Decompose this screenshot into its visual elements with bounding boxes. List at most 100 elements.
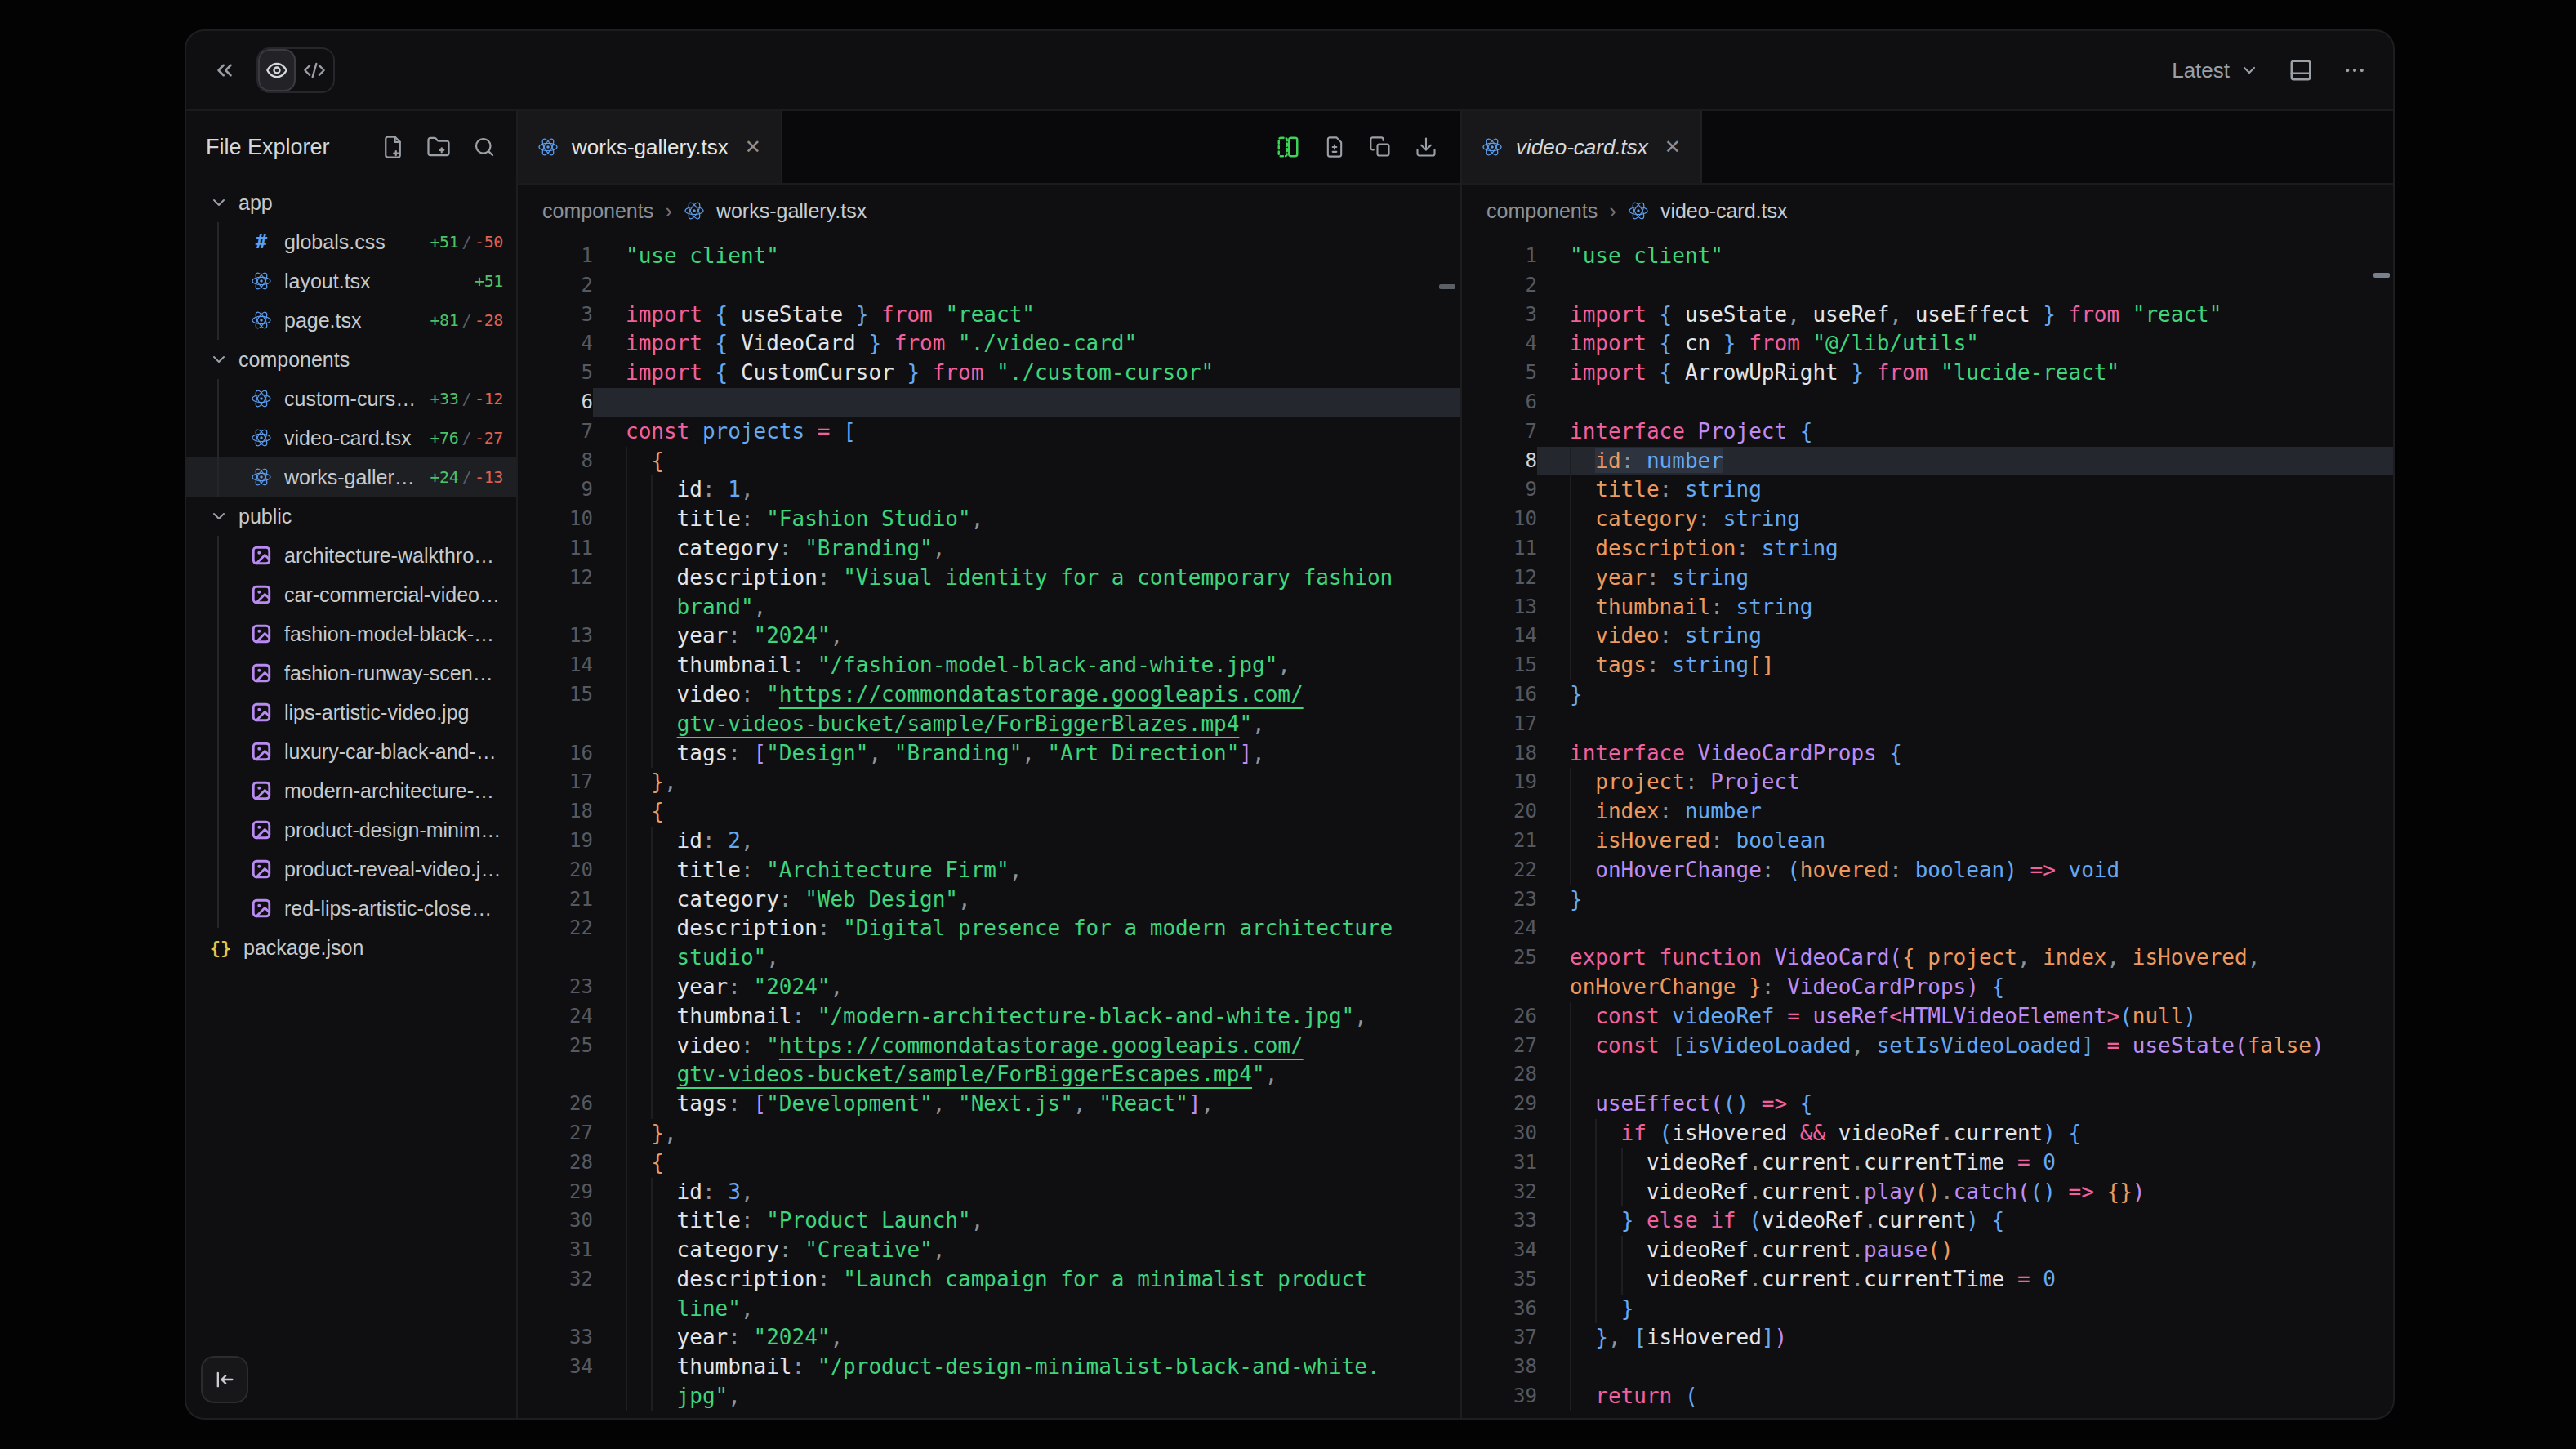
code-line[interactable]: onHoverChange }: VideoCardProps) { xyxy=(1462,973,2393,1002)
tree-file-custom-curs[interactable]: custom-curs…+33/-12 xyxy=(186,379,516,418)
code-line[interactable]: 21 isHovered: boolean xyxy=(1462,827,2393,856)
code-line[interactable]: 12 description: "Visual identity for a c… xyxy=(518,564,1460,593)
code-line[interactable]: 8 { xyxy=(518,447,1460,476)
code-line[interactable]: 32 description: "Launch campaign for a m… xyxy=(518,1265,1460,1295)
code-line[interactable]: 13 year: "2024", xyxy=(518,622,1460,651)
code-line[interactable]: studio", xyxy=(518,943,1460,973)
code-line[interactable]: 33 } else if (videoRef.current) { xyxy=(1462,1206,2393,1236)
file-diff-icon[interactable] xyxy=(1323,136,1346,158)
tree-file-red-lips-artistic-close[interactable]: red-lips-artistic-close… xyxy=(186,889,516,928)
tree-folder-app[interactable]: app xyxy=(186,183,516,222)
code-line[interactable]: 30 title: "Product Launch", xyxy=(518,1206,1460,1236)
tree-file-page.tsx[interactable]: page.tsx+81/-28 xyxy=(186,301,516,340)
code-line[interactable]: 28 { xyxy=(518,1148,1460,1178)
tree-file-car-commercial-video[interactable]: car-commercial-video… xyxy=(186,575,516,614)
code-line[interactable]: 6 xyxy=(1462,388,2393,417)
code-line[interactable]: 26 const videoRef = useRef<HTMLVideoElem… xyxy=(1462,1002,2393,1032)
code-line[interactable]: 6 xyxy=(518,388,1460,417)
code-line[interactable]: 25 video: "https://commondatastorage.goo… xyxy=(518,1032,1460,1061)
code-line[interactable]: 22 description: "Digital presence for a … xyxy=(518,914,1460,943)
tree-file-lips-artistic-video.jpg[interactable]: lips-artistic-video.jpg xyxy=(186,693,516,732)
code-line[interactable]: 3import { useState } from "react" xyxy=(518,301,1460,330)
code-line[interactable]: 4import { VideoCard } from "./video-card… xyxy=(518,329,1460,359)
breadcrumb-file[interactable]: works-gallery.tsx xyxy=(716,199,867,223)
new-folder-icon[interactable] xyxy=(426,135,451,159)
code-line[interactable]: 21 category: "Web Design", xyxy=(518,885,1460,915)
code-editor-works-gallery[interactable]: 1"use client"23import { useState } from … xyxy=(518,237,1460,1420)
code-line[interactable]: 33 year: "2024", xyxy=(518,1323,1460,1353)
code-line[interactable]: 35 videoRef.current.currentTime = 0 xyxy=(1462,1265,2393,1295)
breadcrumb-folder[interactable]: components xyxy=(542,199,653,223)
code-line[interactable]: 10 title: "Fashion Studio", xyxy=(518,505,1460,534)
code-line[interactable]: 2 xyxy=(518,271,1460,301)
code-line[interactable]: 2 xyxy=(1462,271,2393,301)
code-line[interactable]: 9 id: 1, xyxy=(518,475,1460,505)
code-line[interactable]: jpg", xyxy=(518,1382,1460,1411)
tree-file-globals.css[interactable]: #globals.css+51/-50 xyxy=(186,222,516,261)
split-diff-icon[interactable] xyxy=(1276,135,1300,159)
code-line[interactable]: 38 xyxy=(1462,1353,2393,1382)
collapse-sidebar-button[interactable] xyxy=(201,1356,248,1403)
code-line[interactable]: 27 const [isVideoLoaded, setIsVideoLoade… xyxy=(1462,1032,2393,1061)
code-line[interactable]: 23} xyxy=(1462,885,2393,915)
new-file-icon[interactable] xyxy=(381,135,405,159)
tree-file-product-reveal-video.j[interactable]: product-reveal-video.j… xyxy=(186,849,516,889)
tree-file-package.json[interactable]: {}package.json xyxy=(186,928,516,967)
code-line[interactable]: 10 category: string xyxy=(1462,505,2393,534)
code-line[interactable]: 5import { ArrowUpRight } from "lucide-re… xyxy=(1462,359,2393,388)
code-line[interactable]: 24 xyxy=(1462,914,2393,943)
tree-folder-public[interactable]: public xyxy=(186,497,516,536)
code-line[interactable]: 18 { xyxy=(518,797,1460,827)
code-line[interactable]: 4import { cn } from "@/lib/utils" xyxy=(1462,329,2393,359)
panel-bottom-icon[interactable] xyxy=(2289,58,2313,82)
code-line[interactable]: 27 }, xyxy=(518,1119,1460,1148)
code-line[interactable]: 31 videoRef.current.currentTime = 0 xyxy=(1462,1148,2393,1178)
code-editor-video-card[interactable]: 1"use client"23import { useState, useRef… xyxy=(1462,237,2393,1420)
code-line[interactable]: 28 xyxy=(1462,1060,2393,1090)
tab-video-card[interactable]: video-card.tsx ✕ xyxy=(1462,111,1702,183)
code-line[interactable]: 1"use client" xyxy=(1462,242,2393,271)
code-line[interactable]: 7interface Project { xyxy=(1462,417,2393,447)
code-line[interactable]: brand", xyxy=(518,593,1460,622)
code-line[interactable]: 12 year: string xyxy=(1462,564,2393,593)
code-line[interactable]: 25export function VideoCard({ project, i… xyxy=(1462,943,2393,973)
tree-file-fashion-model-black-[interactable]: fashion-model-black-… xyxy=(186,614,516,653)
code-line[interactable]: 11 category: "Branding", xyxy=(518,534,1460,564)
code-line[interactable]: 1"use client" xyxy=(518,242,1460,271)
version-selector[interactable]: Latest xyxy=(2172,58,2259,83)
code-line[interactable]: 29 id: 3, xyxy=(518,1178,1460,1207)
code-line[interactable]: 14 video: string xyxy=(1462,622,2393,651)
code-line[interactable]: 19 project: Project xyxy=(1462,768,2393,797)
code-line[interactable]: 15 tags: string[] xyxy=(1462,651,2393,680)
code-line[interactable]: 22 onHoverChange: (hovered: boolean) => … xyxy=(1462,856,2393,885)
code-line[interactable]: 15 video: "https://commondatastorage.goo… xyxy=(518,680,1460,710)
code-line[interactable]: 31 category: "Creative", xyxy=(518,1236,1460,1265)
tree-file-product-design-minim[interactable]: product-design-minim… xyxy=(186,810,516,849)
code-line[interactable]: gtv-videos-bucket/sample/ForBiggerEscape… xyxy=(518,1060,1460,1090)
code-line[interactable]: 13 thumbnail: string xyxy=(1462,593,2393,622)
breadcrumb-file[interactable]: video-card.tsx xyxy=(1660,199,1788,223)
code-line[interactable]: 18interface VideoCardProps { xyxy=(1462,739,2393,769)
code-line[interactable]: line", xyxy=(518,1295,1460,1324)
tab-works-gallery[interactable]: works-gallery.tsx ✕ xyxy=(518,111,782,183)
tree-file-fashion-runway-scen[interactable]: fashion-runway-scen… xyxy=(186,653,516,693)
tree-file-architecture-walkthro[interactable]: architecture-walkthro… xyxy=(186,536,516,575)
tree-folder-components[interactable]: components xyxy=(186,340,516,379)
code-line[interactable]: 20 title: "Architecture Firm", xyxy=(518,856,1460,885)
code-line[interactable]: 37 }, [isHovered]) xyxy=(1462,1323,2393,1353)
code-line[interactable]: 26 tags: ["Development", "Next.js", "Rea… xyxy=(518,1090,1460,1119)
code-line[interactable]: 11 description: string xyxy=(1462,534,2393,564)
code-line[interactable]: 36 } xyxy=(1462,1295,2393,1324)
code-line[interactable]: 34 thumbnail: "/product-design-minimalis… xyxy=(518,1353,1460,1382)
code-line[interactable]: 17 xyxy=(1462,710,2393,739)
code-toggle-button[interactable] xyxy=(296,49,333,91)
code-line[interactable]: 14 thumbnail: "/fashion-model-black-and-… xyxy=(518,651,1460,680)
preview-toggle-button[interactable] xyxy=(258,49,296,91)
code-line[interactable]: 8 id: number xyxy=(1462,447,2393,476)
close-tab-icon[interactable]: ✕ xyxy=(1665,136,1681,158)
code-line[interactable]: 34 videoRef.current.pause() xyxy=(1462,1236,2393,1265)
tree-file-works-galler[interactable]: works-galler…+24/-13 xyxy=(186,457,516,497)
code-line[interactable]: 16} xyxy=(1462,680,2393,710)
code-line[interactable]: 24 thumbnail: "/modern-architecture-blac… xyxy=(518,1002,1460,1032)
code-line[interactable]: 17 }, xyxy=(518,768,1460,797)
